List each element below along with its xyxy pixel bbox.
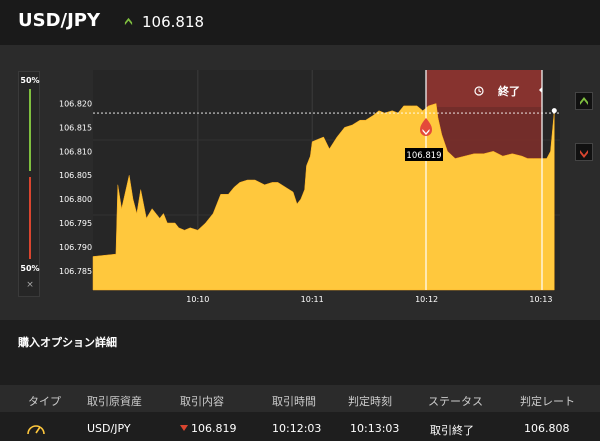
end-zone-header bbox=[426, 70, 542, 107]
end-label: 終了 bbox=[498, 84, 520, 98]
x-tick-label: 10:11 bbox=[301, 295, 324, 304]
col-asset: 取引原資産 bbox=[87, 395, 142, 408]
y-tick-label: 106.795 bbox=[59, 219, 92, 228]
call-button[interactable] bbox=[575, 92, 593, 110]
chart-panel: 50% 50% × 終了 106.819 106.820 106.815 106.8… bbox=[0, 45, 600, 320]
header-bar: USD/JPY 106.818 bbox=[0, 0, 600, 45]
currency-pair-title: USD/JPY bbox=[18, 10, 101, 31]
col-judge-time: 判定時刻 bbox=[348, 395, 392, 408]
purchase-details-section: 購入オプション詳細 bbox=[0, 320, 600, 365]
row-asset: USD/JPY bbox=[87, 422, 131, 435]
row-content: 106.819 bbox=[180, 422, 237, 435]
current-point bbox=[551, 108, 557, 114]
col-trade-time: 取引時間 bbox=[272, 395, 316, 408]
y-tick-label: 106.820 bbox=[59, 100, 92, 109]
entry-label: 106.819 bbox=[406, 151, 441, 161]
x-axis-ticks: 10:10 10:11 10:12 10:13 bbox=[186, 295, 552, 304]
table-row[interactable]: USD/JPY 106.819 10:12:03 10:13:03 取引終了 1… bbox=[0, 417, 600, 441]
y-axis-ticks: 106.820 106.815 106.810 106.805 106.800 106.7… bbox=[59, 100, 92, 276]
col-status: ステータス bbox=[428, 395, 483, 408]
x-tick-label: 10:10 bbox=[186, 295, 209, 304]
col-content: 取引内容 bbox=[180, 395, 224, 408]
table-header: タイプ 取引原資産 取引内容 取引時間 判定時刻 ステータス 判定レート bbox=[0, 385, 600, 412]
y-tick-label: 106.805 bbox=[59, 171, 92, 180]
current-price: 106.818 bbox=[142, 13, 205, 31]
y-tick-label: 106.785 bbox=[59, 267, 92, 276]
row-status: 取引終了 bbox=[430, 424, 474, 437]
section-title: 購入オプション詳細 bbox=[18, 336, 117, 349]
x-tick-label: 10:13 bbox=[529, 295, 552, 304]
y-tick-label: 106.800 bbox=[59, 195, 92, 204]
col-type: タイプ bbox=[28, 395, 61, 408]
chevron-down-icon bbox=[580, 150, 588, 158]
y-tick-label: 106.790 bbox=[59, 243, 92, 252]
y-tick-label: 106.810 bbox=[59, 147, 92, 156]
x-tick-label: 10:12 bbox=[415, 295, 438, 304]
down-arrow-icon bbox=[180, 425, 188, 431]
row-trade-time: 10:12:03 bbox=[272, 422, 322, 435]
chevron-up-icon bbox=[580, 97, 588, 105]
row-content-value: 106.819 bbox=[191, 422, 237, 435]
col-judge-rate: 判定レート bbox=[520, 395, 575, 408]
up-arrow-icon bbox=[124, 17, 133, 26]
gauge-icon bbox=[27, 425, 45, 435]
price-chart: 終了 106.819 106.820106.815106.810106.8051… bbox=[59, 70, 560, 304]
row-judge-time: 10:13:03 bbox=[350, 422, 400, 435]
y-tick-label: 106.815 bbox=[59, 123, 92, 132]
row-judge-rate: 106.808 bbox=[524, 422, 570, 435]
put-button[interactable] bbox=[575, 143, 593, 161]
